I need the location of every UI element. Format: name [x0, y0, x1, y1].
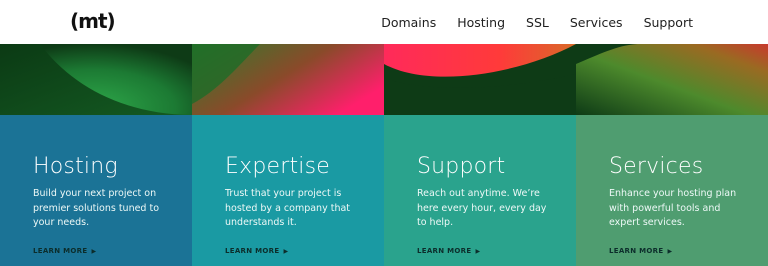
triangle-right-icon: ▶	[283, 247, 289, 255]
triangle-right-icon: ▶	[475, 247, 481, 255]
hero-gradient-banner	[0, 44, 768, 115]
learn-more-label[interactable]: LEARN MORE	[33, 247, 87, 255]
learn-more-link[interactable]: LEARN MORE ▶	[609, 247, 672, 255]
mt-logo[interactable]: (mt)	[70, 9, 116, 33]
nav-ssl[interactable]: SSL	[526, 15, 549, 30]
learn-more-label[interactable]: LEARN MORE	[417, 247, 471, 255]
card-support: Support Reach out anytime. We’re here ev…	[384, 115, 576, 266]
nav-services[interactable]: Services	[570, 15, 623, 30]
card-description: Trust that your project is hosted by a c…	[225, 188, 351, 228]
triangle-right-icon: ▶	[91, 247, 97, 255]
card-description: Enhance your hosting plan with powerful …	[609, 188, 737, 228]
learn-more-label[interactable]: LEARN MORE	[609, 247, 663, 255]
triangle-right-icon: ▶	[667, 247, 673, 255]
learn-more-link[interactable]: LEARN MORE ▶	[33, 247, 96, 255]
learn-more-link[interactable]: LEARN MORE ▶	[417, 247, 480, 255]
card-description: Reach out anytime. We’re here every hour…	[417, 188, 547, 228]
card-expertise: Expertise Trust that your project is hos…	[192, 115, 384, 266]
card-title: Support	[417, 154, 506, 179]
card-title: Expertise	[225, 154, 331, 179]
card-hosting: Hosting Build your next project on premi…	[0, 115, 192, 266]
learn-more-link[interactable]: LEARN MORE ▶	[225, 247, 288, 255]
card-services: Services Enhance your hosting plan with …	[576, 115, 768, 266]
card-description: Build your next project on premier solut…	[33, 188, 160, 228]
card-title: Services	[609, 154, 704, 179]
nav-support[interactable]: Support	[644, 15, 693, 30]
feature-cards: Hosting Build your next project on premi…	[0, 115, 768, 266]
main-nav: Domains Hosting SSL Services Support	[381, 0, 693, 44]
site-header: (mt) Domains Hosting SSL Services Suppor…	[0, 0, 768, 44]
learn-more-label[interactable]: LEARN MORE	[225, 247, 279, 255]
nav-domains[interactable]: Domains	[381, 15, 436, 30]
card-title: Hosting	[33, 154, 118, 179]
nav-hosting[interactable]: Hosting	[457, 15, 505, 30]
banner-artwork	[0, 44, 768, 115]
